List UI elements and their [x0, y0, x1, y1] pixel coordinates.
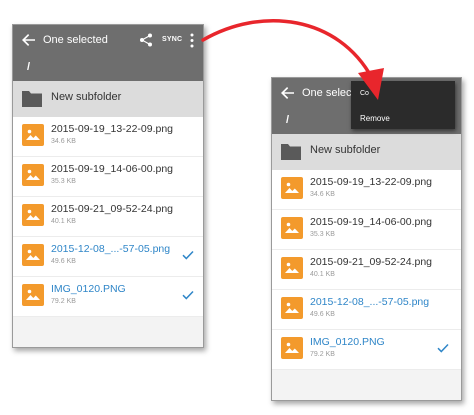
annotation-arrow-icon — [201, 19, 384, 100]
